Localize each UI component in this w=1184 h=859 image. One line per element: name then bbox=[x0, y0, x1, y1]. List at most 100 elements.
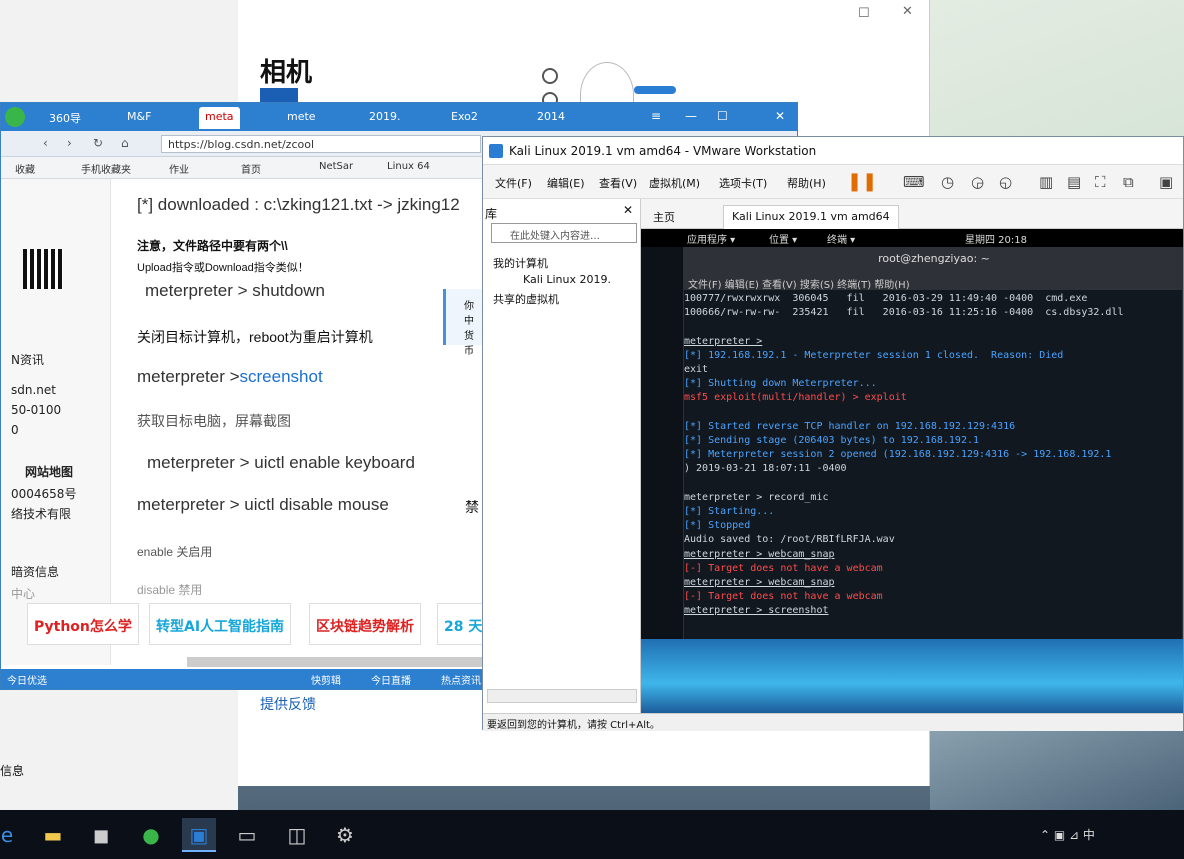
tree-shared-vms[interactable]: 共享的虚拟机 bbox=[493, 291, 559, 307]
close-button[interactable]: ✕ bbox=[902, 4, 913, 19]
tab-exo2[interactable]: Exo2 bbox=[445, 107, 484, 129]
tab-meta-active[interactable]: meta bbox=[199, 107, 240, 129]
terminal-line: [-] Target does not have a webcam bbox=[684, 591, 883, 603]
menu-help[interactable]: 帮助(H) bbox=[787, 175, 826, 191]
vmware-menu-bar: 文件(F) 编辑(E) 查看(V) 虚拟机(M) 选项卡(T) 帮助(H) ❚❚… bbox=[483, 165, 1183, 199]
manage-snapshots-icon[interactable]: ◵ bbox=[999, 173, 1012, 191]
ad-blockchain[interactable]: 区块链趋势解析 bbox=[309, 603, 421, 645]
status-item[interactable]: 快剪辑 bbox=[311, 672, 341, 687]
tab-mf[interactable]: M&F bbox=[121, 107, 157, 129]
cmd-prompt: meterpreter > bbox=[137, 367, 240, 386]
fullscreen-icon[interactable]: ⛶ bbox=[1095, 173, 1106, 191]
qr-code bbox=[23, 249, 63, 289]
home-icon[interactable]: ⌂ bbox=[121, 136, 129, 150]
close-icon[interactable]: ✕ bbox=[775, 109, 785, 123]
edge-icon[interactable]: e bbox=[0, 818, 24, 852]
camera-toggle[interactable] bbox=[634, 86, 676, 94]
ad-ai-guide[interactable]: 转型AI人工智能指南 bbox=[149, 603, 292, 645]
library-scrollbar[interactable] bbox=[487, 689, 637, 703]
disable-text: disable 禁用 bbox=[137, 583, 203, 597]
unity-icon[interactable]: ⧉ bbox=[1123, 173, 1134, 191]
terminal-line: [-] Target does not have a webcam bbox=[684, 562, 883, 574]
menu-view[interactable]: 查看(V) bbox=[599, 175, 637, 191]
screenshot-link[interactable]: screenshot bbox=[240, 367, 323, 386]
cmd-mouse: meterpreter > uictl disable mouse bbox=[137, 495, 389, 514]
screenshot-description: 获取目标电脑，屏幕截图 bbox=[137, 413, 291, 429]
back-icon[interactable]: ‹ bbox=[43, 136, 48, 150]
snapshot-icon[interactable]: ◷ bbox=[941, 173, 954, 191]
settings-icon[interactable]: ⚙ bbox=[328, 818, 362, 852]
tab-kali-vm[interactable]: Kali Linux 2019.1 vm amd64 bbox=[723, 205, 899, 229]
terminal-line: [*] Shutting down Meterpreter... bbox=[684, 378, 877, 390]
tab-home[interactable]: 主页 bbox=[645, 205, 683, 229]
sidebar-text: sdn.net bbox=[11, 383, 56, 397]
terminal-window[interactable]: root@zhengziyao: ~ 文件(F) 编辑(E) 查看(V) 搜索(… bbox=[683, 247, 1183, 643]
sidebar-text: 50-0100 bbox=[11, 403, 62, 417]
menu-icon[interactable]: ≡ bbox=[651, 109, 661, 123]
system-tray[interactable]: ⌃ ▣ ⊿ 中 bbox=[1040, 826, 1095, 843]
minimize-icon[interactable]: — bbox=[685, 109, 697, 123]
library-close-icon[interactable]: ✕ bbox=[623, 203, 633, 217]
terminal-line: [*] Meterpreter session 2 opened (192.16… bbox=[684, 449, 1112, 461]
thumbnail-icon[interactable]: ▤ bbox=[1067, 173, 1081, 191]
library-view-icon[interactable]: ▥ bbox=[1039, 173, 1053, 191]
menu-vm[interactable]: 虚拟机(M) bbox=[649, 175, 700, 191]
bookmark-item[interactable]: Linux 64 bbox=[387, 161, 430, 172]
terminal-output[interactable]: 100777/rwxrwxrwx 306045 fil 2016-03-29 1… bbox=[684, 290, 1183, 644]
refresh-icon[interactable]: ↻ bbox=[93, 136, 103, 150]
maximize-icon[interactable]: ☐ bbox=[717, 109, 728, 123]
tab-2019[interactable]: 2019. bbox=[363, 107, 407, 129]
bookmark-item[interactable]: 作业 bbox=[169, 161, 189, 176]
maximize-button[interactable]: ☐ bbox=[858, 6, 870, 21]
guest-display[interactable]: 应用程序 ▾ 位置 ▾ 终端 ▾ 星期四 20:18 root@zhengziy… bbox=[641, 229, 1183, 713]
horizontal-scrollbar[interactable] bbox=[187, 657, 487, 667]
vmware-title-bar: Kali Linux 2019.1 vm amd64 - VMware Work… bbox=[483, 137, 1183, 165]
tab-360[interactable]: 360导 bbox=[43, 107, 87, 129]
terminal-line: meterpreter > screenshot bbox=[684, 605, 829, 617]
url-input[interactable]: https://blog.csdn.net/zcool bbox=[161, 135, 481, 153]
tab-2014[interactable]: 2014 bbox=[531, 107, 571, 129]
side-popup[interactable]: 你中 货币 bbox=[443, 289, 483, 357]
gnome-clock[interactable]: 星期四 20:18 bbox=[965, 231, 1027, 246]
menu-edit[interactable]: 编辑(E) bbox=[547, 175, 585, 191]
library-search-input[interactable]: 在此处键入内容进… bbox=[491, 223, 637, 243]
sitemap-link[interactable]: 网站地图 bbox=[25, 463, 73, 480]
tree-kali-vm[interactable]: Kali Linux 2019. bbox=[523, 273, 611, 286]
menu-file[interactable]: 文件(F) bbox=[495, 175, 532, 191]
remote-desktop-icon[interactable]: ◫ bbox=[280, 818, 314, 852]
store-icon[interactable]: ◼ bbox=[84, 818, 118, 852]
shutdown-description: 关闭目标计算机，reboot为重启计算机 bbox=[137, 329, 373, 345]
gnome-terminal-menu[interactable]: 终端 ▾ bbox=[827, 231, 855, 246]
terminal-menu[interactable]: 文件(F) 编辑(E) 查看(V) 搜索(S) 终端(T) 帮助(H) bbox=[684, 276, 1183, 291]
feedback-link[interactable]: 提供反馈 bbox=[260, 694, 316, 714]
browser-360-icon[interactable]: ● bbox=[134, 818, 168, 852]
bookmark-item[interactable]: 收藏 bbox=[15, 161, 35, 176]
ad-python[interactable]: Python怎么学 bbox=[27, 603, 139, 645]
forward-icon[interactable]: › bbox=[67, 136, 72, 150]
status-item[interactable]: 热点资讯 bbox=[441, 672, 481, 687]
status-item[interactable]: 今日直播 bbox=[371, 672, 411, 687]
status-left[interactable]: 今日优选 bbox=[7, 672, 47, 687]
enable-text: enable 关启用 bbox=[137, 545, 213, 559]
bookmark-item[interactable]: 手机收藏夹 bbox=[81, 161, 131, 176]
menu-tabs[interactable]: 选项卡(T) bbox=[719, 175, 767, 191]
terminal-line: 100666/rw-rw-rw- 235421 fil 2016-03-16 1… bbox=[684, 307, 1124, 319]
tab-mete[interactable]: mete bbox=[281, 107, 322, 129]
terminal-line: msf5 exploit(multi/handler) > exploit bbox=[684, 392, 907, 404]
vmware-icon[interactable]: ▣ bbox=[182, 818, 216, 852]
console-icon[interactable]: ▣ bbox=[1159, 173, 1173, 191]
gnome-applications[interactable]: 应用程序 ▾ bbox=[687, 231, 735, 246]
revert-icon[interactable]: ◶ bbox=[971, 173, 984, 191]
terminal-app-icon[interactable]: ▭ bbox=[230, 818, 264, 852]
gnome-places[interactable]: 位置 ▾ bbox=[769, 231, 797, 246]
tree-my-computer[interactable]: 我的计算机 bbox=[493, 255, 548, 271]
mouse-note: 禁 bbox=[465, 499, 479, 515]
terminal-line: [*] Stopped bbox=[684, 520, 751, 532]
pause-icon[interactable]: ❚❚ bbox=[847, 171, 877, 192]
sticker-face-icon bbox=[542, 68, 558, 84]
terminal-line: [*] Sending stage (206403 bytes) to 192.… bbox=[684, 435, 980, 447]
bookmark-item[interactable]: 首页 bbox=[241, 161, 261, 176]
bookmark-item[interactable]: NetSar bbox=[319, 161, 353, 172]
send-ctrl-alt-del-icon[interactable]: ⌨ bbox=[903, 173, 925, 191]
file-explorer-icon[interactable]: ▬ bbox=[36, 818, 70, 852]
